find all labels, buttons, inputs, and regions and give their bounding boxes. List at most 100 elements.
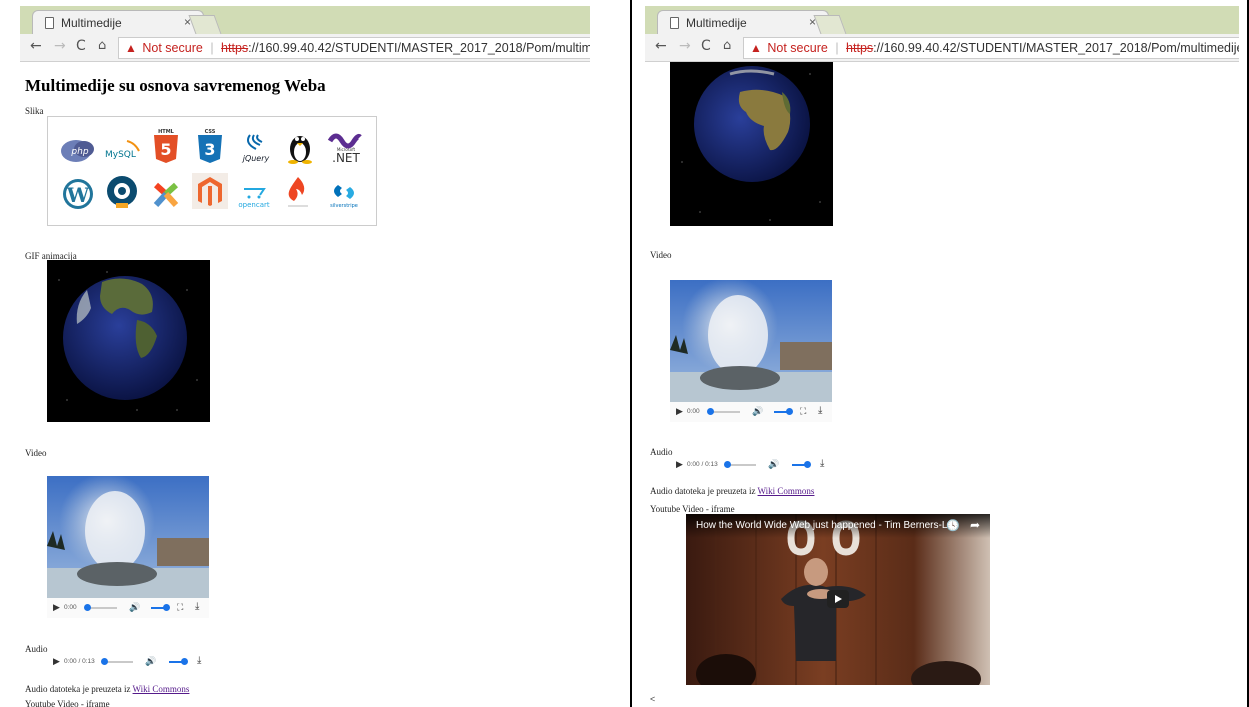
download-icon[interactable]: ⤓ — [195, 601, 199, 612]
audio-volume-icon[interactable]: 🔊 — [768, 459, 779, 470]
mysql-logo-icon: MySQL — [105, 140, 140, 160]
video-frame[interactable] — [47, 476, 209, 598]
video-progress-handle[interactable] — [84, 604, 91, 611]
label-video: Video — [25, 448, 47, 458]
qualys-logo-icon — [107, 176, 137, 208]
page-title: Multimedije su osnova savremenog Weba — [25, 76, 326, 95]
css3-logo-icon: CSS 3 — [198, 129, 222, 163]
tab-strip: Multimedije × — [20, 6, 590, 36]
forward-arrow-icon[interactable]: → — [54, 38, 66, 54]
fullscreen-icon[interactable]: ⛶ — [800, 406, 806, 417]
html5-logo-icon: HTML 5 — [154, 129, 178, 163]
security-label[interactable]: Not secure — [142, 41, 202, 55]
audio-volume-icon[interactable]: 🔊 — [145, 656, 156, 667]
address-bar[interactable]: ▲ Not secure | https://160.99.40.42/STUD… — [118, 37, 590, 59]
url-protocol: https — [221, 41, 249, 55]
svg-text:MySQL: MySQL — [105, 150, 136, 160]
volume-icon[interactable]: 🔊 — [129, 602, 140, 613]
audio-progress-handle[interactable] — [724, 461, 731, 468]
logo-image: php MySQL HTML 5 CSS 3 jQuery Microsoft … — [47, 116, 377, 226]
forward-arrow-icon[interactable]: → — [679, 38, 691, 54]
audio-volume-handle[interactable] — [804, 461, 811, 468]
back-arrow-icon[interactable]: ← — [655, 38, 667, 54]
label-youtube: Youtube Video - iframe — [650, 504, 735, 514]
url-protocol: https — [846, 41, 874, 55]
wiki-commons-link[interactable]: Wiki Commons — [758, 486, 815, 496]
wiki-commons-link[interactable]: Wiki Commons — [133, 684, 190, 694]
audio-play-icon[interactable]: ▶ — [53, 656, 60, 667]
tab-strip: Multimedije × — [645, 6, 1239, 36]
video-progress-handle[interactable] — [707, 408, 714, 415]
volume-icon[interactable]: 🔊 — [752, 406, 763, 417]
screenshot-right: Multimedije × ← → C ⌂ ▲ Not secure | htt… — [631, 0, 1249, 707]
scroll-indicator: < — [650, 694, 656, 704]
reload-icon[interactable]: C — [76, 38, 86, 54]
php-logo-icon: php — [61, 140, 94, 162]
audio-download-icon[interactable]: ⤓ — [197, 655, 201, 666]
audio-progress-handle[interactable] — [101, 658, 108, 665]
share-icon[interactable]: ➦ — [970, 518, 980, 533]
volume-handle[interactable] — [786, 408, 793, 415]
page-content: Multimedije su osnova savremenog Weba Sl… — [20, 62, 631, 707]
audio-play-icon[interactable]: ▶ — [676, 459, 683, 470]
svg-text:3: 3 — [204, 140, 215, 159]
jquery-logo-icon: jQuery — [242, 134, 270, 163]
video-frame[interactable] — [670, 280, 832, 402]
new-tab-button[interactable] — [813, 15, 847, 34]
svg-text:CSS: CSS — [205, 129, 216, 135]
linux-tux-icon — [288, 136, 312, 164]
video-player[interactable]: ▶ 0:00 🔊 ⛶ ⤓ — [47, 476, 209, 618]
watch-later-icon[interactable]: 🕓 — [946, 519, 960, 532]
security-label[interactable]: Not secure — [767, 41, 827, 55]
label-youtube: Youtube Video - iframe — [25, 699, 110, 707]
browser-tab[interactable]: Multimedije × — [657, 10, 829, 36]
label-audio: Audio — [25, 644, 48, 654]
play-icon[interactable]: ▶ — [676, 406, 683, 417]
silverstripe-logo-icon: silverstripe — [330, 185, 358, 209]
youtube-iframe[interactable]: How the World Wide Web just happened - T… — [686, 514, 990, 685]
fullscreen-icon[interactable]: ⛶ — [177, 602, 183, 613]
audio-download-icon[interactable]: ⤓ — [820, 458, 824, 469]
audio-note-text: Audio datoteka je preuzeta iz — [25, 684, 131, 694]
video-player[interactable]: ▶ 0:00 🔊 ⛶ ⤓ — [670, 280, 832, 422]
audio-player[interactable]: ▶ 0:00 / 0:13 🔊 ⤓ — [670, 455, 845, 475]
audio-volume-handle[interactable] — [181, 658, 188, 665]
url-text: ://160.99.40.42/STUDENTI/MASTER_2017_201… — [248, 41, 590, 55]
video-time: 0:00 — [687, 408, 700, 415]
home-icon[interactable]: ⌂ — [98, 38, 106, 53]
label-video: Video — [650, 250, 672, 260]
codeigniter-logo-icon — [288, 177, 308, 207]
svg-text:5: 5 — [160, 140, 171, 159]
reload-icon[interactable]: C — [701, 38, 711, 54]
joomla-logo-icon — [153, 182, 179, 208]
audio-player[interactable]: ▶ 0:00 / 0:13 🔊 ⤓ — [47, 652, 222, 672]
svg-text:jQuery: jQuery — [242, 154, 270, 163]
home-icon[interactable]: ⌂ — [723, 38, 731, 53]
dotnet-logo-icon: Microsoft .NET — [327, 133, 362, 165]
new-tab-button[interactable] — [188, 15, 222, 34]
omnibox-separator: | — [210, 41, 214, 55]
video-controls: ▶ 0:00 🔊 ⛶ ⤓ — [670, 402, 832, 422]
browser-toolbar: ← → C ⌂ ▲ Not secure | https://160.99.40… — [645, 34, 1239, 62]
opencart-logo-icon: opencart — [238, 188, 270, 209]
youtube-title[interactable]: How the World Wide Web just happened - T… — [686, 514, 990, 538]
svg-text:php: php — [70, 147, 88, 157]
browser-toolbar: ← → C ⌂ ▲ Not secure | https://160.99.40… — [20, 34, 590, 62]
youtube-play-button[interactable] — [827, 590, 849, 608]
svg-text:W: W — [66, 183, 90, 207]
svg-text:.NET: .NET — [332, 151, 360, 165]
svg-text:silverstripe: silverstripe — [330, 203, 358, 209]
magento-logo-icon — [192, 173, 228, 209]
panel-divider — [630, 0, 632, 707]
address-bar[interactable]: ▲ Not secure | https://160.99.40.42/STUD… — [743, 37, 1239, 59]
omnibox-separator: | — [835, 41, 839, 55]
play-icon[interactable]: ▶ — [53, 602, 60, 613]
audio-time: 0:00 / 0:13 — [687, 461, 718, 468]
video-time: 0:00 — [64, 604, 77, 611]
volume-handle[interactable] — [163, 604, 170, 611]
tab-title: Multimedije — [61, 16, 122, 30]
browser-tab[interactable]: Multimedije × — [32, 10, 204, 36]
page-icon — [670, 17, 679, 29]
download-icon[interactable]: ⤓ — [818, 405, 822, 416]
back-arrow-icon[interactable]: ← — [30, 38, 42, 54]
